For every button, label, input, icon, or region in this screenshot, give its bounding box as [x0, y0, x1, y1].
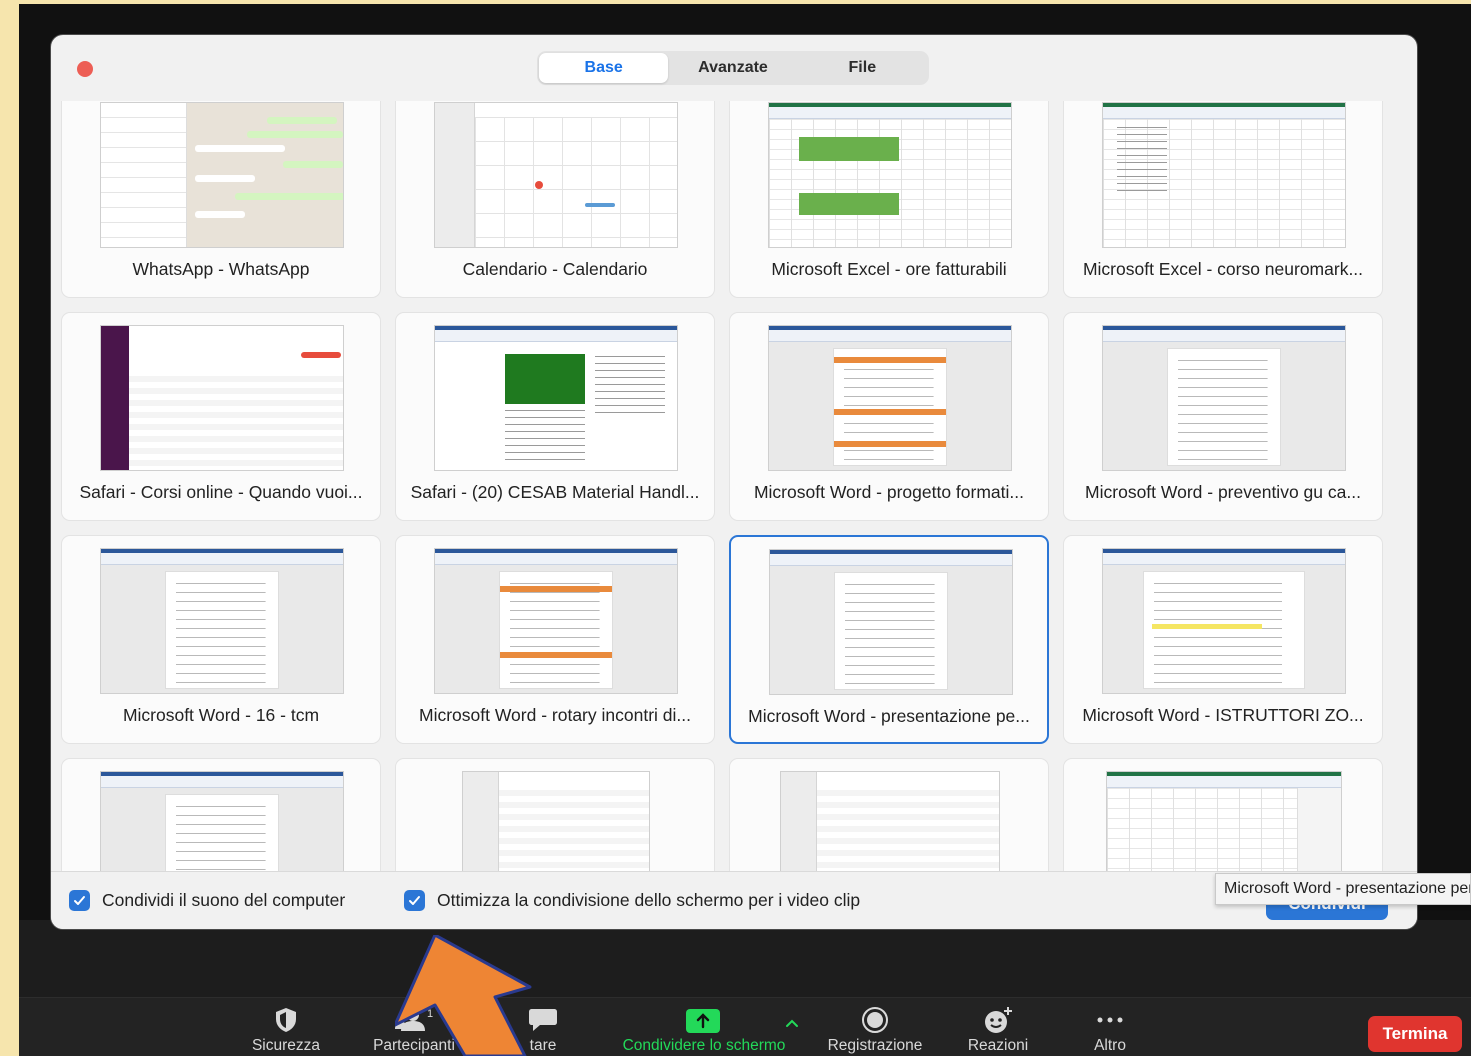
- window-thumbnail: [769, 549, 1013, 695]
- share-screen-icon: [686, 1003, 722, 1036]
- window-thumbnail: [768, 325, 1012, 471]
- record-icon: [861, 1003, 889, 1036]
- toolbar-reactions[interactable]: Reazioni: [950, 997, 1046, 1056]
- window-card[interactable]: WhatsApp - WhatsApp: [61, 101, 381, 298]
- window-card[interactable]: Microsoft Excel - corso neuromark...: [1063, 101, 1383, 298]
- window-thumbnail: [768, 102, 1012, 248]
- close-button[interactable]: [77, 61, 93, 77]
- window-card[interactable]: [395, 758, 715, 871]
- window-card-label: Microsoft Excel - corso neuromark...: [1082, 259, 1364, 279]
- window-card-label: Safari - (20) CESAB Material Handl...: [410, 482, 700, 502]
- window-card-label: Microsoft Excel - ore fatturabili: [771, 259, 1007, 279]
- window-grid: WhatsApp - WhatsApp Calendario - Calenda…: [61, 101, 1383, 871]
- window-card-label: Microsoft Word - presentazione pe...: [748, 706, 1030, 726]
- share-sound-label: Condividi il suono del computer: [102, 890, 346, 910]
- optimize-video-label: Ottimizza la condivisione dello schermo …: [437, 890, 861, 910]
- window-tooltip: Microsoft Word - presentazione per: [1215, 873, 1471, 905]
- window-thumbnail: [1102, 548, 1346, 694]
- window-thumbnail: [434, 325, 678, 471]
- reactions-icon: [983, 1003, 1013, 1036]
- window-card[interactable]: Microsoft Word - rotary incontri di...: [395, 535, 715, 744]
- window-card-label: Safari - Corsi online - Quando vuoi...: [79, 482, 363, 502]
- window-card-label: Calendario - Calendario: [462, 259, 648, 279]
- meeting-strip: [19, 920, 1471, 998]
- window-card[interactable]: Calendario - Calendario: [395, 101, 715, 298]
- share-sound-checkbox[interactable]: Condividi il suono del computer: [69, 890, 345, 911]
- checkmark-icon: [404, 890, 425, 911]
- window-card-label: WhatsApp - WhatsApp: [132, 259, 310, 279]
- checkmark-icon: [69, 890, 90, 911]
- toolbar-security[interactable]: Sicurezza: [218, 997, 354, 1056]
- window-thumbnail: [1102, 102, 1346, 248]
- chevron-up-icon[interactable]: [784, 1016, 800, 1030]
- window-card[interactable]: Microsoft Word - progetto formati...: [729, 312, 1049, 521]
- window-thumbnail: [1102, 325, 1346, 471]
- window-card-selected[interactable]: Microsoft Word - presentazione pe...: [729, 535, 1049, 744]
- window-thumbnail: [462, 771, 650, 871]
- window-card-label: Microsoft Word - progetto formati...: [753, 482, 1025, 502]
- tab-file[interactable]: File: [798, 53, 927, 83]
- window-card-label: Microsoft Word - preventivo gu ca...: [1085, 482, 1361, 502]
- share-screen-dialog: Base Avanzate File WhatsApp - WhatsApp C…: [51, 35, 1417, 929]
- toolbar-record[interactable]: Registrazione: [812, 997, 938, 1056]
- annotation-arrow-icon: [395, 935, 532, 1056]
- window-thumbnail: [434, 548, 678, 694]
- tab-bar: Base Avanzate File: [537, 51, 929, 85]
- window-card[interactable]: [729, 758, 1049, 871]
- more-icon: [1095, 1003, 1125, 1036]
- optimize-video-checkbox[interactable]: Ottimizza la condivisione dello schermo …: [404, 890, 860, 911]
- window-card[interactable]: [1063, 758, 1383, 871]
- window-card[interactable]: Microsoft Word - 16 - tcm: [61, 535, 381, 744]
- tab-base[interactable]: Base: [539, 53, 669, 83]
- window-thumbnail: [100, 325, 344, 471]
- window-thumbnail: [780, 771, 1000, 871]
- window-card[interactable]: Safari - Corsi online - Quando vuoi...: [61, 312, 381, 521]
- window-card-label: Microsoft Word - rotary incontri di...: [419, 705, 691, 725]
- window-card[interactable]: Microsoft Word - ISTRUTTORI ZO...: [1063, 535, 1383, 744]
- window-thumbnail: [434, 102, 678, 248]
- tab-avanzate[interactable]: Avanzate: [668, 53, 797, 83]
- window-card[interactable]: Safari - (20) CESAB Material Handl...: [395, 312, 715, 521]
- window-card[interactable]: Microsoft Excel - ore fatturabili: [729, 101, 1049, 298]
- toolbar-more[interactable]: Altro: [1070, 997, 1150, 1056]
- shield-icon: [274, 1003, 298, 1036]
- window-thumbnail: [100, 548, 344, 694]
- window-card-label: Microsoft Word - ISTRUTTORI ZO...: [1082, 705, 1364, 725]
- window-card[interactable]: Microsoft Word - preventivo gu ca...: [1063, 312, 1383, 521]
- window-thumbnail: [100, 771, 344, 871]
- window-thumbnail: [100, 102, 344, 248]
- toolbar-share-screen[interactable]: Condividere lo schermo: [604, 997, 804, 1056]
- window-grid-scroll[interactable]: WhatsApp - WhatsApp Calendario - Calenda…: [51, 101, 1417, 871]
- window-thumbnail: [1106, 771, 1342, 871]
- frame-left: [0, 0, 19, 1056]
- window-card[interactable]: [61, 758, 381, 871]
- dialog-footer: Condividi il suono del computer Ottimizz…: [51, 871, 1417, 929]
- end-meeting-button[interactable]: Termina: [1368, 1016, 1462, 1052]
- window-card-label: Microsoft Word - 16 - tcm: [122, 705, 320, 725]
